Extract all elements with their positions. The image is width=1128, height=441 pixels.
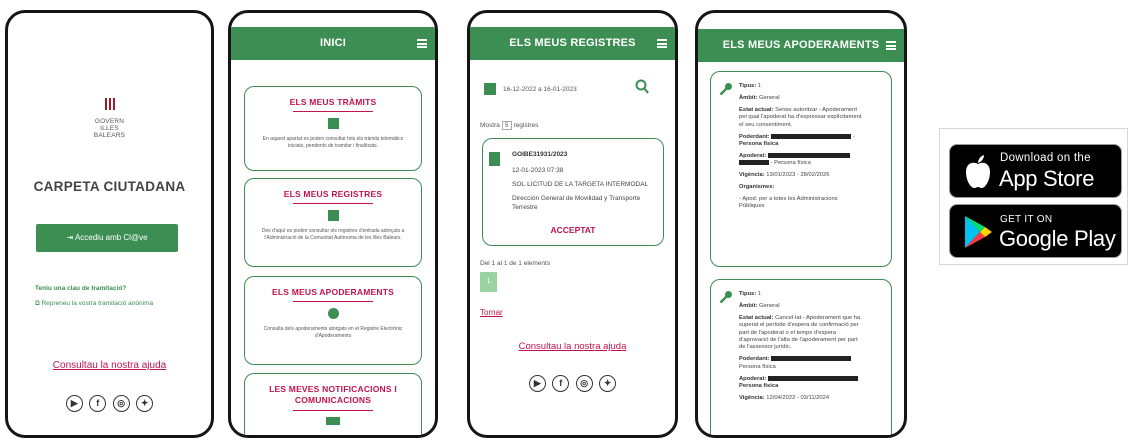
page-button[interactable]: 1: [480, 272, 497, 292]
youtube-icon[interactable]: ▶: [65, 395, 83, 412]
apple-icon: [966, 155, 990, 188]
facebook-icon[interactable]: f: [89, 395, 107, 412]
govern-logo: GOVERN ILLES BALEARS: [8, 97, 211, 139]
app-header: ELS MEUS APODERAMENTS: [698, 29, 904, 62]
login-icon: ⇥: [66, 233, 75, 242]
instagram-icon[interactable]: ◎: [112, 395, 130, 412]
menu-icon[interactable]: [886, 41, 896, 50]
card-apoderaments[interactable]: ELS MEUS APODERAMENTS Consulta dels apod…: [244, 276, 422, 365]
calendar-icon[interactable]: [484, 83, 496, 95]
apoderament-card[interactable]: Tipus: 1 Àmbit: General Estat actual: Se…: [710, 71, 892, 267]
youtube-icon[interactable]: ▶: [528, 375, 546, 392]
coat-of-arms-icon: [104, 98, 115, 110]
apoderament-card[interactable]: Tipus: 1 Àmbit: General Estat actual: Ca…: [710, 279, 892, 435]
page-title: CARPETA CIUTADANA: [33, 179, 186, 194]
document-icon: [327, 118, 339, 129]
twitter-icon[interactable]: ✦: [136, 395, 154, 412]
social-links: ▶ f ◎ ✦: [8, 393, 211, 412]
app-header: INICI: [231, 27, 435, 60]
card-notificacions[interactable]: LES MEVES NOTIFICACIONS I COMUNICACIONS: [244, 373, 422, 435]
app-header: ELS MEUS REGISTRES: [470, 27, 675, 60]
search-icon[interactable]: [635, 79, 649, 95]
date-range[interactable]: 16-12-2022 a 16-01-2023: [503, 86, 577, 93]
card-tramits[interactable]: ELS MEUS TRÀMITS En aquest apartat es po…: [244, 86, 422, 171]
phone-apoderaments: ELS MEUS APODERAMENTS Tipus: 1 Àmbit: Ge…: [695, 10, 907, 438]
book-icon: [327, 210, 339, 221]
record-card[interactable]: GOIBE31931/2023 12-01-2023 07:38 SOL·LIC…: [482, 138, 664, 246]
phone-home: INICI ELS MEUS TRÀMITS En aquest apartat…: [228, 10, 438, 438]
instagram-icon[interactable]: ◎: [575, 375, 593, 392]
phone-registres: ELS MEUS REGISTRES 16-12-2022 a 16-01-20…: [467, 10, 678, 438]
help-link[interactable]: Consultau la nostra ajuda: [8, 360, 211, 371]
twitter-icon[interactable]: ✦: [599, 375, 617, 392]
award-icon: [327, 308, 339, 319]
login-clave-button[interactable]: ⇥ Accediu amb Cl@ve: [36, 224, 178, 252]
google-play-icon: [965, 216, 992, 248]
page-size-control: Mostra 5 registres: [480, 121, 539, 130]
social-links: ▶ f ◎ ✦: [470, 373, 675, 392]
menu-icon[interactable]: [657, 39, 667, 48]
back-link[interactable]: Tornar: [480, 308, 503, 317]
facebook-icon[interactable]: f: [552, 375, 570, 392]
card-registres[interactable]: ELS MEUS REGISTRES Des d'aquí es poden c…: [244, 178, 422, 267]
menu-icon[interactable]: [417, 39, 427, 48]
key-icon: [719, 83, 732, 96]
key-icon: [719, 291, 732, 304]
page-size-select[interactable]: 5: [501, 121, 512, 130]
app-store-badge[interactable]: Download on the App Store: [949, 144, 1122, 198]
resume-link[interactable]: ⧉ Repreneu la vostra tramitació anònima: [35, 300, 153, 308]
store-badges: Download on the App Store GET IT ON Goog…: [939, 128, 1128, 265]
help-link[interactable]: Consultau la nostra ajuda: [470, 341, 675, 352]
google-play-badge[interactable]: GET IT ON Google Play: [949, 204, 1122, 258]
pagination-info: Del 1 al 1 de 1 elements: [480, 260, 551, 267]
status-badge: ACCEPTAT: [550, 225, 596, 235]
book-icon: [489, 152, 500, 166]
tramitacio-question: Teniu una clau de tramitació?: [35, 285, 127, 292]
phone-login: GOVERN ILLES BALEARS CARPETA CIUTADANA ⇥…: [5, 10, 214, 438]
envelope-icon: [326, 417, 340, 425]
